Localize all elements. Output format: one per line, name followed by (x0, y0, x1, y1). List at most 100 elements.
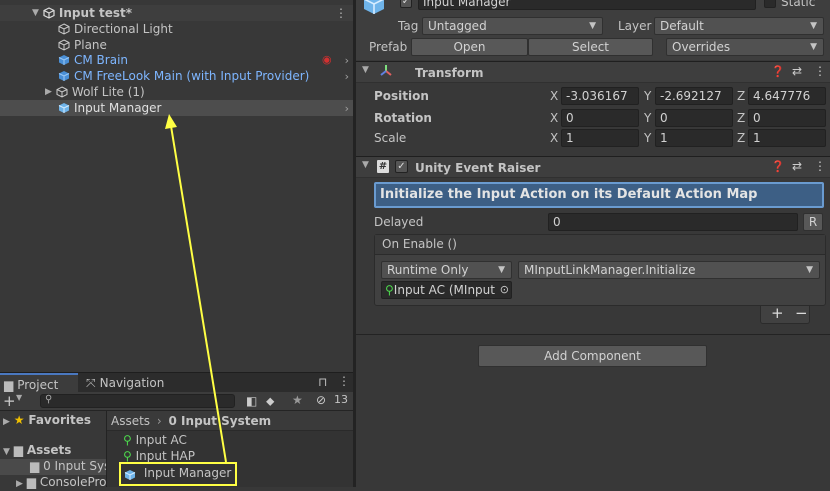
active-checkbox[interactable]: ✓ (400, 0, 412, 8)
event-header: On Enable () (375, 235, 825, 255)
scale-z-field[interactable]: 1 (748, 129, 826, 147)
expand-arrow-icon[interactable]: ▼ (3, 447, 10, 457)
scale-y-field[interactable]: 1 (655, 129, 733, 147)
layer-value: Default (660, 19, 704, 33)
presets-icon[interactable]: ⇄ (792, 159, 802, 173)
input-action-icon: ⚲ (123, 449, 132, 463)
delayed-label: Delayed (374, 215, 424, 229)
axis-x-label: X (550, 131, 559, 145)
component-menu-icon[interactable]: ⋮ (814, 64, 826, 78)
panel-menu-icon[interactable]: ⋮ (338, 374, 350, 388)
hierarchy-item-label: Directional Light (74, 22, 173, 36)
expand-arrow-icon[interactable]: ▶ (45, 87, 52, 97)
hierarchy-item-label: Wolf Lite (1) (71, 85, 145, 99)
select-button[interactable]: Select (528, 38, 653, 56)
hidden-eye-icon[interactable]: ⊘ (316, 393, 326, 407)
hierarchy-item-cm-brain[interactable]: CM Brain ◉ › (0, 52, 353, 68)
overrides-dropdown[interactable]: Overrides ▼ (666, 38, 824, 56)
scene-menu-icon[interactable]: ⋮ (335, 6, 347, 20)
enabled-checkbox[interactable]: ✓ (395, 160, 408, 173)
position-y-field[interactable]: -2.692127 (655, 87, 733, 105)
file-label: Input AC (135, 433, 187, 447)
hierarchy-panel: ▼ Input test* ⋮ Directional Light Plane … (0, 0, 353, 372)
hierarchy-item-label: CM Brain (74, 53, 129, 67)
target-object-field[interactable]: ⚲Input AC (MInput ⊙ (381, 281, 512, 299)
search-by-type-icon[interactable]: ◧ (246, 394, 257, 408)
expand-arrow-icon[interactable]: ▼ (32, 8, 39, 18)
event-raiser-header[interactable]: ▼ # ✓ Unity Event Raiser ❓ ⇄ ⋮ (356, 156, 830, 178)
collapse-arrow-icon[interactable]: ▼ (362, 65, 369, 75)
delayed-field[interactable]: 0 (548, 213, 798, 231)
folder-icon: ▆ (13, 443, 23, 457)
hierarchy-item-cm-freelook[interactable]: CM FreeLook Main (with Input Provider) › (0, 68, 353, 84)
file-input-ac[interactable]: ⚲ Input AC (123, 433, 187, 449)
layer-dropdown[interactable]: Default ▼ (654, 17, 824, 35)
project-tab-bar: ▆ Project ⤧ Navigation ⊓ ⋮ (0, 372, 353, 393)
tab-project[interactable]: ▆ Project (0, 373, 78, 393)
star-icon: ★ (13, 413, 25, 427)
hierarchy-item-input-manager[interactable]: Input Manager › (0, 100, 353, 116)
transform-header[interactable]: ▼ Transform ❓ ⇄ ⋮ (356, 61, 830, 83)
static-label: Static (781, 0, 816, 9)
tag-dropdown[interactable]: Untagged ▼ (422, 17, 603, 35)
help-icon[interactable]: ❓ (771, 65, 785, 78)
divider (356, 334, 830, 335)
scene-header[interactable]: ▼ Input test* ⋮ (0, 5, 353, 21)
gameobject-icon (56, 86, 68, 98)
rotation-label: Rotation (374, 111, 432, 125)
help-icon[interactable]: ❓ (771, 160, 785, 173)
chevron-down-icon: ▼ (810, 21, 817, 31)
component-menu-icon[interactable]: ⋮ (814, 159, 826, 173)
prefab-icon (58, 70, 70, 82)
assets-folder[interactable]: ▼ ▆ Assets (0, 443, 107, 459)
runtime-dropdown[interactable]: Runtime Only ▼ (381, 261, 512, 279)
presets-icon[interactable]: ⇄ (792, 64, 802, 78)
axis-y-label: Y (644, 131, 652, 145)
folder-icon: ▆ (4, 378, 14, 392)
search-input[interactable]: ⚲ (40, 394, 235, 408)
chevron-right-icon[interactable]: › (345, 70, 349, 83)
tree-item-consolepro[interactable]: ▶ ▆ ConsolePro (0, 475, 106, 491)
tab-navigation[interactable]: ⤧ Navigation (82, 373, 182, 393)
rotation-x-field[interactable]: 0 (561, 109, 639, 127)
function-dropdown[interactable]: MInputLinkManager.Initialize ▼ (518, 261, 820, 279)
position-z-field[interactable]: 4.647776 (748, 87, 826, 105)
position-x-field[interactable]: -3.036167 (561, 87, 639, 105)
collapse-arrow-icon[interactable]: ▼ (362, 160, 369, 170)
expand-arrow-icon[interactable]: ▶ (3, 417, 10, 427)
chevron-down-icon: ▼ (806, 265, 813, 275)
rotation-z-field[interactable]: 0 (748, 109, 826, 127)
object-name-field[interactable]: Input Manager (418, 0, 756, 10)
hierarchy-item-directional-light[interactable]: Directional Light (0, 21, 353, 37)
chevron-right-icon[interactable]: › (345, 102, 349, 115)
target-value: Input AC (MInput (393, 283, 495, 297)
layer-label: Layer (618, 19, 652, 33)
rotation-y-field[interactable]: 0 (655, 109, 733, 127)
add-listener-button[interactable]: + (771, 304, 784, 322)
static-checkbox[interactable] (764, 0, 776, 8)
chevron-right-icon[interactable]: › (345, 54, 349, 67)
open-button[interactable]: Open (411, 38, 528, 56)
reset-button[interactable]: R (803, 213, 823, 231)
lock-icon[interactable]: ⊓ (318, 375, 327, 389)
favorites-folder[interactable]: ▶ ★ Favorites (0, 413, 107, 429)
remove-listener-button[interactable]: − (795, 304, 808, 322)
favorites-label: Favorites (28, 413, 92, 427)
tree-item-input-system[interactable]: ▆ 0 Input Sys (0, 459, 106, 475)
favorite-star-icon[interactable]: ★ (292, 393, 303, 407)
gameobject-icon (58, 39, 70, 51)
breadcrumb-root[interactable]: Assets (111, 414, 150, 428)
expand-arrow-icon[interactable]: ▶ (16, 479, 23, 489)
hierarchy-item-plane[interactable]: Plane (0, 37, 353, 53)
hierarchy-item-wolf-lite[interactable]: ▶ Wolf Lite (1) (0, 84, 353, 100)
description-field[interactable]: Initialize the Input Action on its Defau… (374, 182, 824, 208)
file-input-manager[interactable]: Input Manager (119, 462, 237, 486)
search-by-label-icon[interactable]: ⬥ (266, 394, 274, 409)
breadcrumb-current[interactable]: 0 Input System (169, 414, 272, 428)
axis-z-label: Z (737, 111, 746, 125)
add-component-button[interactable]: Add Component (478, 345, 707, 367)
create-plus-icon[interactable]: + (3, 392, 16, 410)
create-dropdown-icon[interactable]: ▼ (16, 393, 22, 402)
scale-x-field[interactable]: 1 (561, 129, 639, 147)
object-picker-icon[interactable]: ⊙ (500, 282, 509, 298)
